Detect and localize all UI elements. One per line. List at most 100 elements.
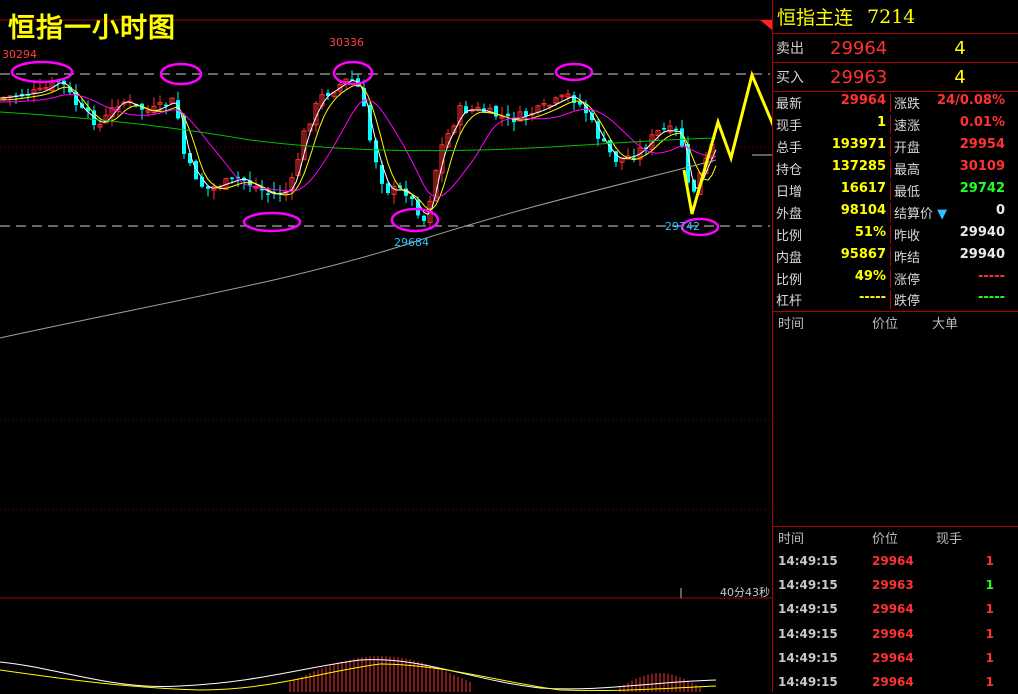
tick-list[interactable]: 时间 价位 现手 14:49:15 29964 1 14:49:15 29963 1 14:… <box>773 527 1018 694</box>
tick-row: 14:49:15 29964 1 <box>773 549 1018 573</box>
tick-row: 14:49:15 29964 1 <box>773 646 1018 670</box>
stat-value: 29940 <box>959 246 1005 262</box>
buy-price: 29963 <box>830 66 888 88</box>
peak-label-low-1: 29684 <box>394 236 429 249</box>
candle-body-down <box>674 128 678 131</box>
ma250-line <box>0 159 717 339</box>
stat-value: ----- <box>978 268 1005 284</box>
candle-body-down <box>662 127 666 130</box>
header-big: 大单 <box>932 317 959 333</box>
stat-label: 涨跌 <box>894 97 921 113</box>
ticks-header-price: 价位 <box>872 532 899 548</box>
stat-cell-right: 速涨 0.01% <box>891 115 1009 134</box>
stat-cell-right: 最高 30109 <box>891 159 1009 178</box>
stat-value: 0.01% <box>959 115 1005 131</box>
stat-cell-left: 内盘 95867 <box>773 246 891 266</box>
stat-cell-left: 最新 29964 <box>773 93 891 113</box>
stat-cell-right: 结算价 ▼ 0 <box>891 203 1009 222</box>
sell-price: 29964 <box>830 37 888 59</box>
tick-time: 14:49:15 <box>778 626 838 641</box>
buy-row[interactable]: 买入 29963 4 <box>773 63 1018 91</box>
stat-cell-right: 开盘 29954 <box>891 137 1009 156</box>
stat-cell-left: 日增 16617 <box>773 181 891 200</box>
tick-rows: 14:49:15 29964 1 14:49:15 29963 1 14:49:15 2996… <box>773 549 1018 694</box>
stat-value: 0 <box>995 202 1005 218</box>
stat-value: 137285 <box>831 159 886 175</box>
stat-value: 16617 <box>840 181 886 196</box>
chart-title: 恒指一小时图 <box>8 13 176 44</box>
stat-label: 涨停 <box>894 272 921 288</box>
quote-panel: 恒指主连 7214 卖出 29964 4 买入 29963 4 最新 29964 涨… <box>772 0 1018 692</box>
tick-time: 14:49:15 <box>778 554 838 568</box>
ticks-header-vol: 现手 <box>936 532 963 548</box>
sell-row[interactable]: 卖出 29964 4 <box>773 34 1018 63</box>
chart-canvas[interactable] <box>0 0 772 692</box>
contract-code: 7214 <box>867 5 916 28</box>
annotation-ellipse <box>390 207 440 233</box>
candle-body-down <box>194 160 198 180</box>
peak-label-low-2: 29742 <box>665 220 700 233</box>
candle-body-down <box>230 177 234 179</box>
tick-volume: 1 <box>985 626 994 641</box>
tick-volume: 1 <box>985 554 994 568</box>
stat-cell-right: 昨收 29940 <box>891 225 1009 244</box>
tick-time: 14:49:15 <box>778 674 838 689</box>
stat-row: 最新 29964 涨跌 24/0.08% <box>773 92 1018 114</box>
candlestick-chart[interactable]: 恒指一小时图 30294 30336 29684 29742 40分43秒 <box>0 0 772 692</box>
stat-cell-left: 比例 49% <box>773 268 891 288</box>
stat-value: 193971 <box>831 137 886 153</box>
stat-cell-right: 涨跌 24/0.08% <box>891 93 1009 112</box>
bar-countdown: 40分43秒 <box>720 586 770 599</box>
stat-value: 29954 <box>959 137 1005 153</box>
stat-row: 比例 49% 涨停 ----- <box>773 267 1018 289</box>
dropdown-caret-icon[interactable]: ▼ <box>937 207 947 222</box>
tick-price: 29964 <box>872 626 914 641</box>
candle-body-down <box>386 183 390 194</box>
tick-price: 29963 <box>872 578 914 593</box>
stat-row: 日增 16617 最低 29742 <box>773 180 1018 202</box>
stat-value: ----- <box>859 290 886 306</box>
tick-volume: 1 <box>985 602 994 617</box>
tick-row: 14:49:15 29964 1 <box>773 597 1018 621</box>
candle-body-down <box>422 215 426 221</box>
stat-label: 总手 <box>776 141 803 157</box>
stat-cell-right: 昨结 29940 <box>891 247 1009 266</box>
stat-label: 内盘 <box>776 250 803 266</box>
stat-cell-right: 涨停 ----- <box>891 269 1009 288</box>
stat-row: 比例 51% 昨收 29940 <box>773 223 1018 245</box>
stat-label: 现手 <box>776 119 803 135</box>
stat-label: 速涨 <box>894 119 921 135</box>
stat-row: 总手 193971 开盘 29954 <box>773 136 1018 158</box>
buy-qty: 4 <box>954 66 966 88</box>
tick-time: 14:49:15 <box>778 602 838 617</box>
stat-label: 结算价 ▼ <box>894 206 948 222</box>
header-time: 时间 <box>778 317 805 333</box>
candle-body-down <box>494 105 498 117</box>
sell-qty: 4 <box>954 37 966 59</box>
stat-label: 昨结 <box>894 250 921 266</box>
stat-value: ----- <box>978 290 1005 306</box>
stat-value: 29964 <box>840 93 886 109</box>
tick-price: 29964 <box>872 674 914 689</box>
stat-cell-left: 杠杆 ----- <box>773 290 891 310</box>
stat-label: 最低 <box>894 185 921 200</box>
ticks-header: 时间 价位 现手 <box>773 527 1018 549</box>
tick-volume: 1 <box>985 674 994 689</box>
stat-value: 29940 <box>959 224 1005 240</box>
stat-label: 杠杆 <box>776 294 803 310</box>
sell-label: 卖出 <box>776 41 804 57</box>
stat-cell-left: 持仓 137285 <box>773 159 891 179</box>
stat-label: 日增 <box>776 185 803 200</box>
stat-cell-right: 跌停 ----- <box>891 290 1009 309</box>
tick-price: 29964 <box>872 650 914 665</box>
stat-value: 30109 <box>959 159 1005 175</box>
stat-cell-left: 外盘 98104 <box>773 202 891 222</box>
annotation-ellipse <box>242 211 302 233</box>
stat-label: 外盘 <box>776 206 803 222</box>
stat-label: 开盘 <box>894 141 921 157</box>
big-orders-list[interactable]: 时间 价位 大单 <box>773 312 1018 527</box>
stat-row: 外盘 98104 结算价 ▼ 0 <box>773 201 1018 223</box>
stat-value: 1 <box>876 115 886 131</box>
stat-row: 现手 1 速涨 0.01% <box>773 114 1018 136</box>
peak-label-high-2: 30336 <box>329 36 364 49</box>
